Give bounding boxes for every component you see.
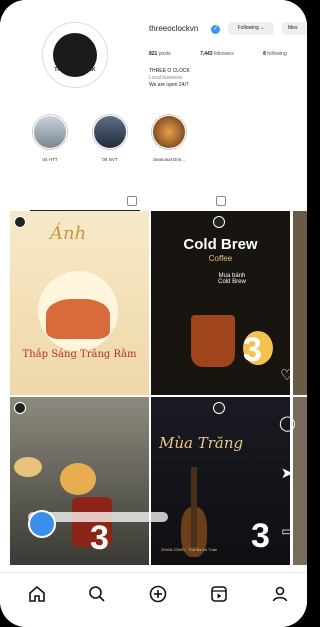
bread-image — [14, 457, 42, 477]
post-cold-brew[interactable]: Cold Brew Coffee Mua bánh Cold Brew 3 — [151, 211, 290, 395]
violin-neck — [191, 467, 197, 547]
logo-icon — [213, 216, 225, 228]
grid-tab-icon[interactable] — [127, 196, 137, 206]
logo-icon — [14, 402, 26, 414]
post-script: Ánh — [50, 223, 87, 244]
progress-handle[interactable] — [28, 510, 56, 538]
highlight-2[interactable]: 06 NVT — [91, 114, 129, 162]
coffee-glass — [191, 315, 235, 367]
highlight-label: 04 HTT — [42, 157, 58, 162]
create-icon[interactable] — [148, 584, 168, 604]
avatar[interactable]: THREE O'CLOCK — [42, 22, 108, 88]
tart-image — [60, 463, 96, 495]
following-stat[interactable]: 8 following — [263, 51, 301, 57]
posts-stat: 821 posts — [149, 51, 171, 57]
following-label: Following — [237, 25, 259, 31]
home-icon[interactable] — [27, 584, 47, 604]
post-mua-trang[interactable]: Mùa Trăng 20h08-22h00 · Thứ Ba tới Tuần … — [151, 397, 290, 565]
post-number: 3 — [251, 517, 270, 555]
profile-header: THREE O'CLOCK threeoclockvn ✓ Following … — [0, 0, 307, 211]
reels-icon[interactable] — [209, 584, 229, 604]
post-title: Cold Brew — [183, 236, 258, 253]
comment-icon[interactable]: ◯ — [279, 416, 296, 432]
highlight-label: 06 NVT — [102, 157, 118, 162]
send-icon[interactable]: ➤ — [279, 466, 295, 482]
bio-hours: We are open 24/7 — [149, 82, 189, 88]
bio-name: THREE O CLOCK — [149, 68, 190, 74]
following-button[interactable]: Following ⌄ — [228, 22, 274, 35]
post-mid-autumn[interactable]: Ánh Thắp Sáng Trăng Rằm — [10, 211, 149, 395]
brand-name: THREE O'CLOCK — [54, 67, 96, 73]
profile-icon[interactable] — [270, 584, 290, 604]
logo-icon — [213, 402, 225, 414]
post-title: Thắp Sáng Trăng Rằm — [22, 349, 137, 360]
bio-category: Local business — [149, 75, 183, 81]
bookmark-icon[interactable]: ▭ — [279, 523, 295, 539]
post-date: 20h08-22h00 · Thứ Ba tới Tuần — [161, 547, 218, 552]
highlight-label: Seasonal Drin... — [152, 157, 186, 162]
logo-icon — [14, 216, 26, 228]
highlight-1[interactable]: 04 HTT — [31, 114, 69, 162]
verified-icon: ✓ — [211, 25, 220, 34]
highlight-3[interactable]: Seasonal Drin... — [150, 114, 188, 162]
heart-icon[interactable]: ♡ — [279, 368, 295, 384]
profile-stats: 821 posts 7,443 followers 8 following — [149, 51, 307, 57]
post-subtitle: Coffee — [208, 254, 233, 263]
search-icon[interactable] — [87, 584, 107, 604]
bio: THREE O CLOCK Local business We are open… — [149, 68, 190, 89]
post-number: 3 — [90, 519, 109, 557]
tagged-tab-icon[interactable] — [216, 196, 226, 206]
username: threeoclockvn — [149, 24, 199, 33]
phone-screen: THREE O'CLOCK threeoclockvn ✓ Following … — [0, 0, 307, 627]
post-number: 3 — [243, 331, 262, 369]
lion-dance-illustration — [46, 299, 110, 339]
followers-stat[interactable]: 7,443 followers — [200, 51, 248, 57]
post-drinks[interactable]: 3 — [10, 397, 149, 565]
post-badge: Mua bánh Cold Brew — [218, 273, 246, 285]
post-edge-1[interactable] — [293, 211, 307, 395]
post-title: Mùa Trăng — [159, 434, 244, 452]
message-button[interactable]: Mes — [282, 22, 307, 35]
